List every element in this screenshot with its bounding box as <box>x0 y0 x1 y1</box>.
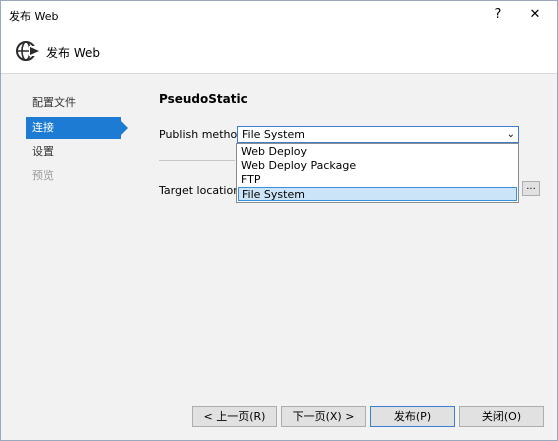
window-title: 发布 Web <box>9 10 59 23</box>
publish-method-dropdown: Web Deploy Web Deploy Package FTP File S… <box>236 143 519 203</box>
option-ftp[interactable]: FTP <box>238 173 517 187</box>
browse-button[interactable]: ... <box>522 181 540 196</box>
nav-item-settings[interactable]: 设置 <box>26 141 126 163</box>
help-button[interactable]: ? <box>483 4 513 26</box>
publish-method-select[interactable]: File System ⌄ <box>237 126 519 143</box>
target-location-label: Target location: <box>159 184 244 197</box>
header-title: 发布 Web <box>46 46 100 60</box>
title-bar: 发布 Web ? ✕ <box>1 1 557 29</box>
globe-publish-icon <box>16 41 40 61</box>
nav-item-preview: 预览 <box>32 169 54 182</box>
option-file-system[interactable]: File System <box>238 187 517 201</box>
chevron-down-icon[interactable]: ⌄ <box>507 127 515 142</box>
publish-method-label: Publish method: <box>159 128 248 141</box>
publish-button[interactable]: 发布(P) <box>370 406 455 427</box>
dialog-header: 发布 Web <box>1 29 557 74</box>
divider <box>159 160 235 161</box>
nav-item-connection[interactable]: 连接 <box>26 117 128 139</box>
previous-button[interactable]: < 上一页(R) <box>192 406 277 427</box>
profile-name: PseudoStatic <box>159 92 248 106</box>
nav-item-profile[interactable]: 配置文件 <box>26 92 126 114</box>
option-web-deploy[interactable]: Web Deploy <box>238 145 517 159</box>
close-window-button[interactable]: ✕ <box>520 4 550 26</box>
next-button[interactable]: 下一页(X) > <box>281 406 366 427</box>
publish-method-value: File System <box>242 128 305 141</box>
option-web-deploy-package[interactable]: Web Deploy Package <box>238 159 517 173</box>
publish-web-dialog: 发布 Web ? ✕ 发布 Web 配置文件 连接 设置 预览 PseudoSt… <box>0 0 558 441</box>
close-button[interactable]: 关闭(O) <box>459 406 544 427</box>
